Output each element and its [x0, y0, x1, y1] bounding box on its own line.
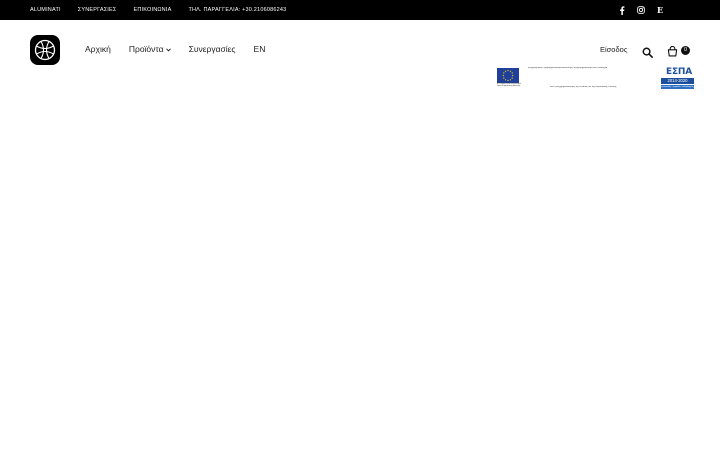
top-bar-links: ALUMINATI ΣΥΝΕΡΓΑΣΙΕΣ ΕΠΙΚΟΙΝΩΝΙΑ ΤΗΛ. Π…	[30, 7, 303, 13]
social-links: E	[608, 0, 665, 20]
espa-cofunding-text: Με τη συγχρηματοδότηση της Ελλάδας και τ…	[550, 86, 617, 88]
cart-icon	[667, 44, 678, 62]
nav-item-label: EN	[253, 44, 266, 54]
login-link[interactable]: Είσοδος	[600, 45, 627, 54]
top-bar: ALUMINATI ΣΥΝΕΡΓΑΣΙΕΣ ΕΠΙΚΟΙΝΩΝΙΑ ΤΗΛ. Π…	[0, 0, 720, 20]
espa-logo-years: 2014-2020	[661, 78, 694, 84]
espa-logo-word: ΕΣΠΑ	[666, 67, 692, 77]
main-nav: Αρχική Προϊόντα Συνεργασίες EN	[85, 44, 283, 54]
cart-count-badge: 0	[681, 46, 690, 55]
logo-icon[interactable]	[30, 35, 60, 65]
nav-item-partnerships[interactable]: Συνεργασίες	[189, 44, 236, 54]
nav-item-home[interactable]: Αρχική	[85, 44, 111, 54]
espa-banner[interactable]: ΕΥΡΩΠΑΪΚΗ ΕΝΩΣΗ Ευρωπαϊκό Ταμείο Περιφερ…	[495, 66, 697, 93]
espa-logo-slogan: ανάπτυξη - εργασία - αλληλεγγύη	[661, 85, 694, 89]
chevron-down-icon	[165, 44, 171, 54]
nav-item-products[interactable]: Προϊόντα	[129, 44, 171, 54]
eu-caption: ΕΥΡΩΠΑΪΚΗ ΕΝΩΣΗ Ευρωπαϊκό Ταμείο Περιφερ…	[497, 84, 521, 87]
top-link-partnerships[interactable]: ΣΥΝΕΡΓΑΣΙΕΣ	[78, 7, 117, 13]
espa-logo: ΕΣΠΑ 2014-2020 ανάπτυξη - εργασία - αλλη…	[660, 67, 695, 92]
top-link-contact[interactable]: ΕΠΙΚΟΙΝΩΝΙΑ	[134, 7, 172, 13]
eu-flag-icon	[497, 68, 519, 83]
nav-item-label: Προϊόντα	[128, 44, 164, 54]
instagram-icon[interactable]	[636, 5, 646, 15]
search-icon[interactable]	[642, 45, 653, 58]
espa-program-text: Επιχειρησιακό Πρόγραμμα Ανταγωνιστικότητ…	[528, 67, 608, 69]
nav-item-language-en[interactable]: EN	[254, 44, 266, 54]
nav-item-label: Συνεργασίες	[188, 44, 236, 54]
top-link-aluminati[interactable]: ALUMINATI	[30, 7, 61, 13]
etsy-icon[interactable]: E	[655, 5, 665, 15]
facebook-icon[interactable]	[617, 5, 627, 15]
top-link-phone-order[interactable]: ΤΗΛ. ΠΑΡΑΓΓΕΛΙΑ: +30.2106086243	[188, 7, 286, 13]
cart-button[interactable]: 0	[667, 43, 691, 57]
nav-item-label: Αρχική	[85, 44, 111, 54]
